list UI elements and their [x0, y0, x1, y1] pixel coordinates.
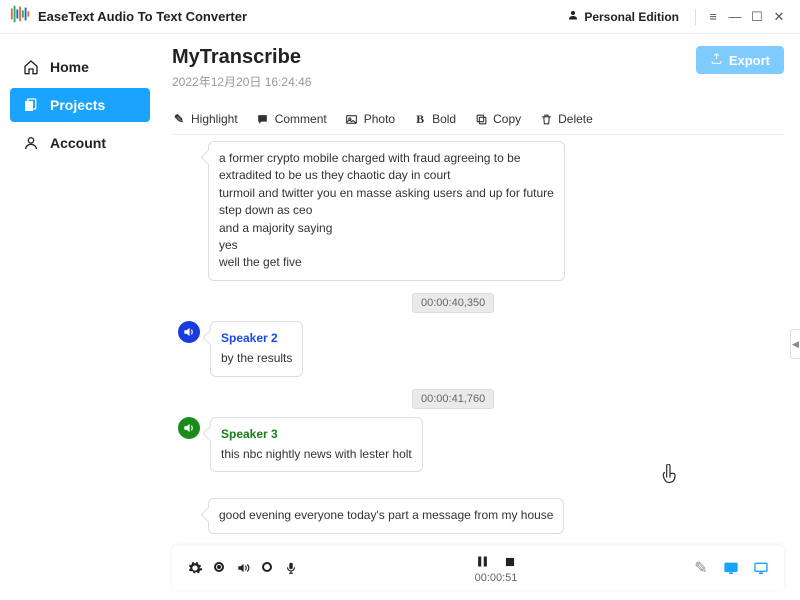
minimize-button[interactable]: — — [724, 6, 746, 28]
home-icon — [22, 58, 40, 76]
edition-label[interactable]: Personal Edition — [567, 9, 679, 24]
bold-button[interactable]: BBold — [413, 112, 456, 126]
speaker-label: Speaker 2 — [221, 330, 292, 347]
projects-icon — [22, 96, 40, 114]
radio-source-selected[interactable] — [214, 559, 224, 577]
sidebar-item-account[interactable]: Account — [10, 126, 150, 160]
photo-button[interactable]: Photo — [345, 112, 395, 126]
copy-icon — [474, 112, 488, 126]
play-speaker-icon[interactable] — [178, 417, 200, 439]
collapse-panel-button[interactable]: ◀ — [790, 329, 800, 359]
highlight-button[interactable]: ✎Highlight — [172, 112, 238, 126]
sidebar-item-projects[interactable]: Projects — [10, 88, 150, 122]
pause-button[interactable] — [473, 553, 491, 571]
copy-button[interactable]: Copy — [474, 112, 521, 126]
stop-button[interactable] — [501, 553, 519, 571]
comment-icon — [256, 112, 270, 126]
speaker-label: Speaker 3 — [221, 426, 412, 443]
mic-icon[interactable] — [282, 559, 300, 577]
cursor-icon — [660, 464, 680, 491]
play-speaker-icon[interactable] — [178, 321, 200, 343]
page-title: MyTranscribe — [172, 46, 311, 69]
sidebar: Home Projects Account — [0, 34, 160, 600]
settings-icon[interactable] — [186, 559, 204, 577]
player-bar: 00:00:51 ✎ — [172, 546, 784, 590]
export-button[interactable]: Export — [696, 46, 784, 74]
bold-icon: B — [413, 112, 427, 126]
delete-button[interactable]: Delete — [539, 112, 593, 126]
transcript-bubble[interactable]: Speaker 2 by the results — [210, 321, 303, 377]
monitor-primary-icon[interactable] — [722, 559, 740, 577]
photo-icon — [345, 112, 359, 126]
app-title: EaseText Audio To Text Converter — [38, 9, 247, 24]
export-icon — [710, 52, 723, 68]
sidebar-item-label: Home — [50, 59, 89, 75]
monitor-secondary-icon[interactable] — [752, 559, 770, 577]
format-toolbar: ✎Highlight Comment Photo BBold Copy Dele… — [172, 104, 784, 135]
transcript-area: a former crypto mobile charged with frau… — [172, 135, 784, 538]
app-logo-icon — [10, 4, 32, 29]
comment-button[interactable]: Comment — [256, 112, 327, 126]
timestamp-chip[interactable]: 00:00:41,760 — [412, 389, 494, 409]
maximize-button[interactable]: ☐ — [746, 6, 768, 28]
account-icon — [22, 134, 40, 152]
user-icon — [567, 9, 579, 24]
transcript-bubble[interactable]: Speaker 3 this nbc nightly news with les… — [210, 417, 423, 473]
trash-icon — [539, 112, 553, 126]
highlight-icon: ✎ — [172, 112, 186, 126]
radio-source-unselected[interactable] — [262, 559, 272, 577]
page-date: 2022年12月20日 16:24:46 — [172, 73, 311, 90]
sidebar-item-home[interactable]: Home — [10, 50, 150, 84]
sidebar-item-label: Account — [50, 135, 106, 151]
menu-button[interactable]: ≡ — [702, 6, 724, 28]
transcript-bubble[interactable]: a former crypto mobile charged with frau… — [208, 141, 565, 281]
transcript-bubble[interactable]: good evening everyone today's part a mes… — [208, 498, 564, 533]
sidebar-item-label: Projects — [50, 97, 105, 113]
playback-time: 00:00:51 — [475, 572, 518, 584]
edit-icon[interactable]: ✎ — [692, 559, 710, 577]
volume-icon[interactable] — [234, 559, 252, 577]
close-button[interactable]: ✕ — [768, 6, 790, 28]
timestamp-chip[interactable]: 00:00:40,350 — [412, 293, 494, 313]
